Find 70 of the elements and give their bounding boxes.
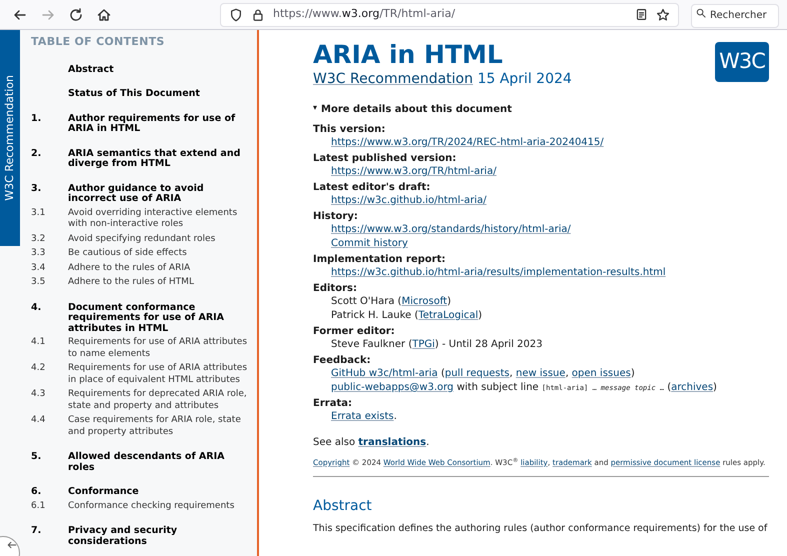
link[interactable]: Errata exists [331, 411, 394, 422]
reload-icon[interactable] [68, 6, 84, 22]
link[interactable]: Commit history [331, 238, 408, 249]
detail-line: Steve Faulkner (TPGi) - Until 28 April 2023 [330, 338, 544, 352]
detail-label: This version: [313, 123, 386, 136]
toc-item[interactable]: 3.3 Be cautious of side effects [31, 248, 253, 260]
link[interactable]: open issues [572, 368, 631, 379]
link[interactable]: TPGi [412, 339, 435, 350]
link[interactable]: W3C Recommendation [313, 71, 473, 87]
shield-icon[interactable] [229, 8, 243, 22]
toc-item[interactable]: 3.4 Adhere to the rules of ARIA [31, 262, 253, 274]
toc-item[interactable]: 4.1 Requirements for use of ARIA attributes to name elements [31, 337, 253, 360]
detail-label: Latest editor's draft: [313, 181, 432, 194]
toc-item[interactable]: 3.1 Avoid overriding interactive elements with non-interactive roles [31, 208, 253, 230]
toc-heading: TABLE OF CONTENTS [31, 34, 166, 50]
link[interactable]: new issue [516, 368, 566, 379]
link[interactable]: Microsoft [402, 296, 448, 307]
left-arrow-icon[interactable] [6, 539, 18, 551]
star-icon[interactable] [656, 8, 670, 22]
detail-line: Patrick H. Lauke (TetraLogical) [330, 309, 484, 323]
detail-label: Implementation report: [313, 253, 446, 266]
detail-label: Latest published version: [313, 152, 458, 165]
toc-item[interactable]: 5. Allowed descendants of ARIA roles [31, 452, 253, 473]
see-also-text: See also translations. [313, 436, 430, 450]
toc-item[interactable]: 2. ARIA semantics that extend and diverge from HTML [31, 148, 253, 170]
link[interactable]: https://www.w3.org/TR/html-aria/ [331, 166, 496, 177]
w3c-logo[interactable]: W3C [715, 42, 769, 82]
search-icon[interactable] [696, 8, 706, 18]
subtitle: W3C Recommendation 15 April 2024 [313, 70, 572, 88]
url-text: https://www.w3.org/TR/html-aria/ [273, 6, 456, 22]
link[interactable]: archives [671, 382, 714, 393]
link[interactable]: GitHub w3c/html-aria [331, 368, 438, 379]
detail-label: Editors: [313, 282, 358, 295]
page-title: ARIA in HTML [313, 40, 504, 70]
toc-item[interactable]: 3. Author guidance to avoid incorrect use of ARIA [31, 184, 253, 204]
detail-label: History: [313, 210, 359, 223]
search-field[interactable]: Rechercher [691, 4, 779, 28]
address-bar[interactable]: https://www.w3.org/TR/html-aria/ [220, 2, 679, 26]
home-icon[interactable] [96, 6, 112, 22]
toc-item[interactable]: 1. Author requirements for use of ARIA in HTML [31, 114, 253, 134]
toc-item[interactable]: 3.5 Adhere to the rules of HTML [31, 277, 253, 288]
detail-label: Feedback: [313, 354, 372, 367]
toc-item[interactable]: 4.3 Requirements for deprecated ARIA role, state and property and attributes [31, 389, 253, 412]
detail-line: Scott O'Hara (Microsoft) [330, 295, 452, 309]
link[interactable]: TetraLogical [418, 310, 478, 321]
reader-view-icon[interactable] [635, 8, 648, 21]
detail-label: Errata: [313, 397, 353, 410]
link[interactable]: https://www.w3.org/standards/history/html-aria/ [331, 224, 571, 235]
link[interactable]: https://www.w3.org/TR/2024/REC-html-aria-20240415/ [331, 137, 604, 148]
section-heading: Abstract [313, 497, 373, 516]
link[interactable]: public-webapps@w3.org [331, 382, 454, 393]
toc-item[interactable]: 6. Conformance [31, 487, 253, 498]
toc-item[interactable]: 4. Document conformance requirements for use of ARIA attributes in HTML [31, 302, 253, 334]
toc-item[interactable]: 3.2 Avoid specifying redundant roles [31, 234, 253, 245]
lock-icon[interactable] [251, 8, 265, 22]
abstract-text: This specification defines the authoring rules (author conformance requirements) for the use of [313, 523, 768, 536]
toc-item[interactable]: 6.1 Conformance checking requirements [31, 500, 253, 512]
link[interactable]: https://w3c.github.io/html-aria/ [331, 195, 486, 206]
toc-item[interactable]: Abstract [31, 64, 253, 75]
link[interactable]: translations [358, 437, 426, 448]
detail-line: GitHub w3c/html-aria (pull requests, new issue, open issues) [330, 367, 636, 381]
toc-item[interactable]: 7. Privacy and security considerations [31, 526, 253, 547]
toc-item[interactable]: 4.4 Case requirements for ARIA role, state and property attributes [31, 415, 253, 438]
detail-label: Former editor: [313, 325, 396, 338]
link[interactable]: https://w3c.github.io/html-aria/results/implementation-results.html [331, 267, 666, 278]
link[interactable]: pull requests [444, 368, 510, 379]
detail-line: Errata exists. [330, 410, 398, 424]
toc-item[interactable]: Status of This Document [31, 89, 253, 100]
details-summary[interactable]: ▾ More details about this document [313, 102, 769, 117]
toc-item[interactable]: 4.2 Requirements for use of ARIA attributes in place of equivalent HTML attributes [31, 363, 253, 386]
